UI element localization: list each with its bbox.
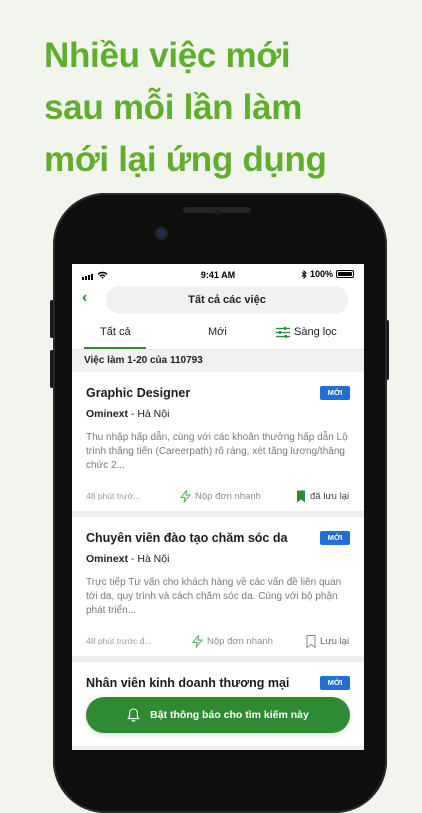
- bell-icon: [127, 708, 141, 722]
- bookmark-filled-icon: [297, 490, 305, 503]
- job-location: - Hà Nội: [128, 553, 170, 565]
- phone-sensor: [214, 209, 220, 215]
- bluetooth-icon: [301, 269, 307, 279]
- results-count: Việc làm 1-20 của 110793: [72, 350, 364, 372]
- promo-headline: Nhiều việc mới sau mỗi lần làm mới lại ứ…: [44, 30, 404, 186]
- job-description: Thu nhập hấp dẫn, cùng với các khoản thư…: [86, 432, 348, 471]
- filter-sliders-icon: [276, 326, 290, 338]
- nav-bar: ‹ Tất cả các việc: [72, 284, 364, 318]
- job-description: Trực tiếp Tư vấn cho khách hàng về các v…: [86, 577, 342, 616]
- posted-time: 48 phút trướ...: [86, 491, 141, 501]
- job-company: Ominext - Hà Nội: [86, 553, 169, 565]
- job-card[interactable]: Graphic Designer MỚI Ominext - Hà Nội Th…: [72, 372, 364, 517]
- quick-apply-label: Nộp đơn nhanh: [195, 491, 261, 502]
- tab-filter-label: Sàng lọc: [294, 326, 337, 338]
- job-meta: 48 phút trước đ... Nộp đơn nhanh Lưu lại: [86, 635, 354, 649]
- status-right: 100%: [301, 269, 354, 279]
- tab-bar: Tất cả Mới Sàng lọc: [72, 318, 364, 350]
- status-bar: 9:41 AM 100%: [72, 264, 364, 284]
- app-screen: 9:41 AM 100% ‹ Tất cả các việc Tất cả Mớ…: [72, 264, 364, 750]
- saved-button[interactable]: đã lưu lại: [296, 490, 349, 503]
- quick-apply-button[interactable]: Nộp đơn nhanh: [180, 490, 261, 503]
- enable-alert-label: Bật thông báo cho tìm kiếm này: [150, 709, 309, 721]
- tab-all[interactable]: Tất cả: [100, 326, 131, 338]
- new-badge: MỚI: [320, 386, 350, 400]
- new-badge: MỚI: [320, 676, 350, 690]
- job-meta: 48 phút trướ... Nộp đơn nhanh đã lưu lại: [86, 490, 354, 504]
- headline-line-2: sau mỗi lần làm: [44, 88, 303, 127]
- battery-percent: 100%: [309, 269, 333, 279]
- quick-apply-label: Nộp đơn nhanh: [207, 636, 273, 647]
- job-location: - Hà Nội: [128, 408, 170, 420]
- job-title[interactable]: Chuyên viên đào tạo chăm sóc da: [86, 531, 287, 545]
- posted-time: 48 phút trước đ...: [86, 636, 152, 646]
- company-name: Ominext: [86, 553, 129, 565]
- enable-alert-button[interactable]: Bật thông báo cho tìm kiếm này: [86, 697, 350, 733]
- tab-new[interactable]: Mới: [208, 326, 227, 338]
- phone-camera: [157, 229, 166, 238]
- tab-filter[interactable]: Sàng lọc: [276, 326, 337, 338]
- back-chevron-icon[interactable]: ‹: [82, 290, 96, 306]
- headline-line-3: mới lại ứng dụng: [44, 140, 327, 179]
- job-title[interactable]: Graphic Designer: [86, 386, 190, 400]
- job-company: Ominext - Hà Nội: [86, 408, 169, 420]
- lightning-icon: [192, 635, 203, 648]
- quick-apply-button[interactable]: Nộp đơn nhanh: [192, 635, 273, 648]
- tab-active-indicator: [84, 347, 146, 349]
- new-badge: MỚI: [320, 531, 350, 545]
- bookmark-outline-icon: [306, 635, 316, 648]
- job-title[interactable]: Nhân viên kinh doanh thương mại: [86, 676, 289, 690]
- save-label: Lưu lại: [320, 636, 350, 647]
- job-card[interactable]: Chuyên viên đào tạo chăm sóc da MỚI Omin…: [72, 517, 364, 662]
- nav-title-search[interactable]: Tất cả các việc: [106, 286, 348, 314]
- battery-icon: [336, 270, 354, 278]
- lightning-icon: [180, 490, 191, 503]
- headline-line-1: Nhiều việc mới: [44, 36, 291, 75]
- saved-label: đã lưu lại: [310, 491, 350, 502]
- company-name: Ominext: [86, 408, 129, 420]
- save-button[interactable]: Lưu lại: [306, 635, 349, 648]
